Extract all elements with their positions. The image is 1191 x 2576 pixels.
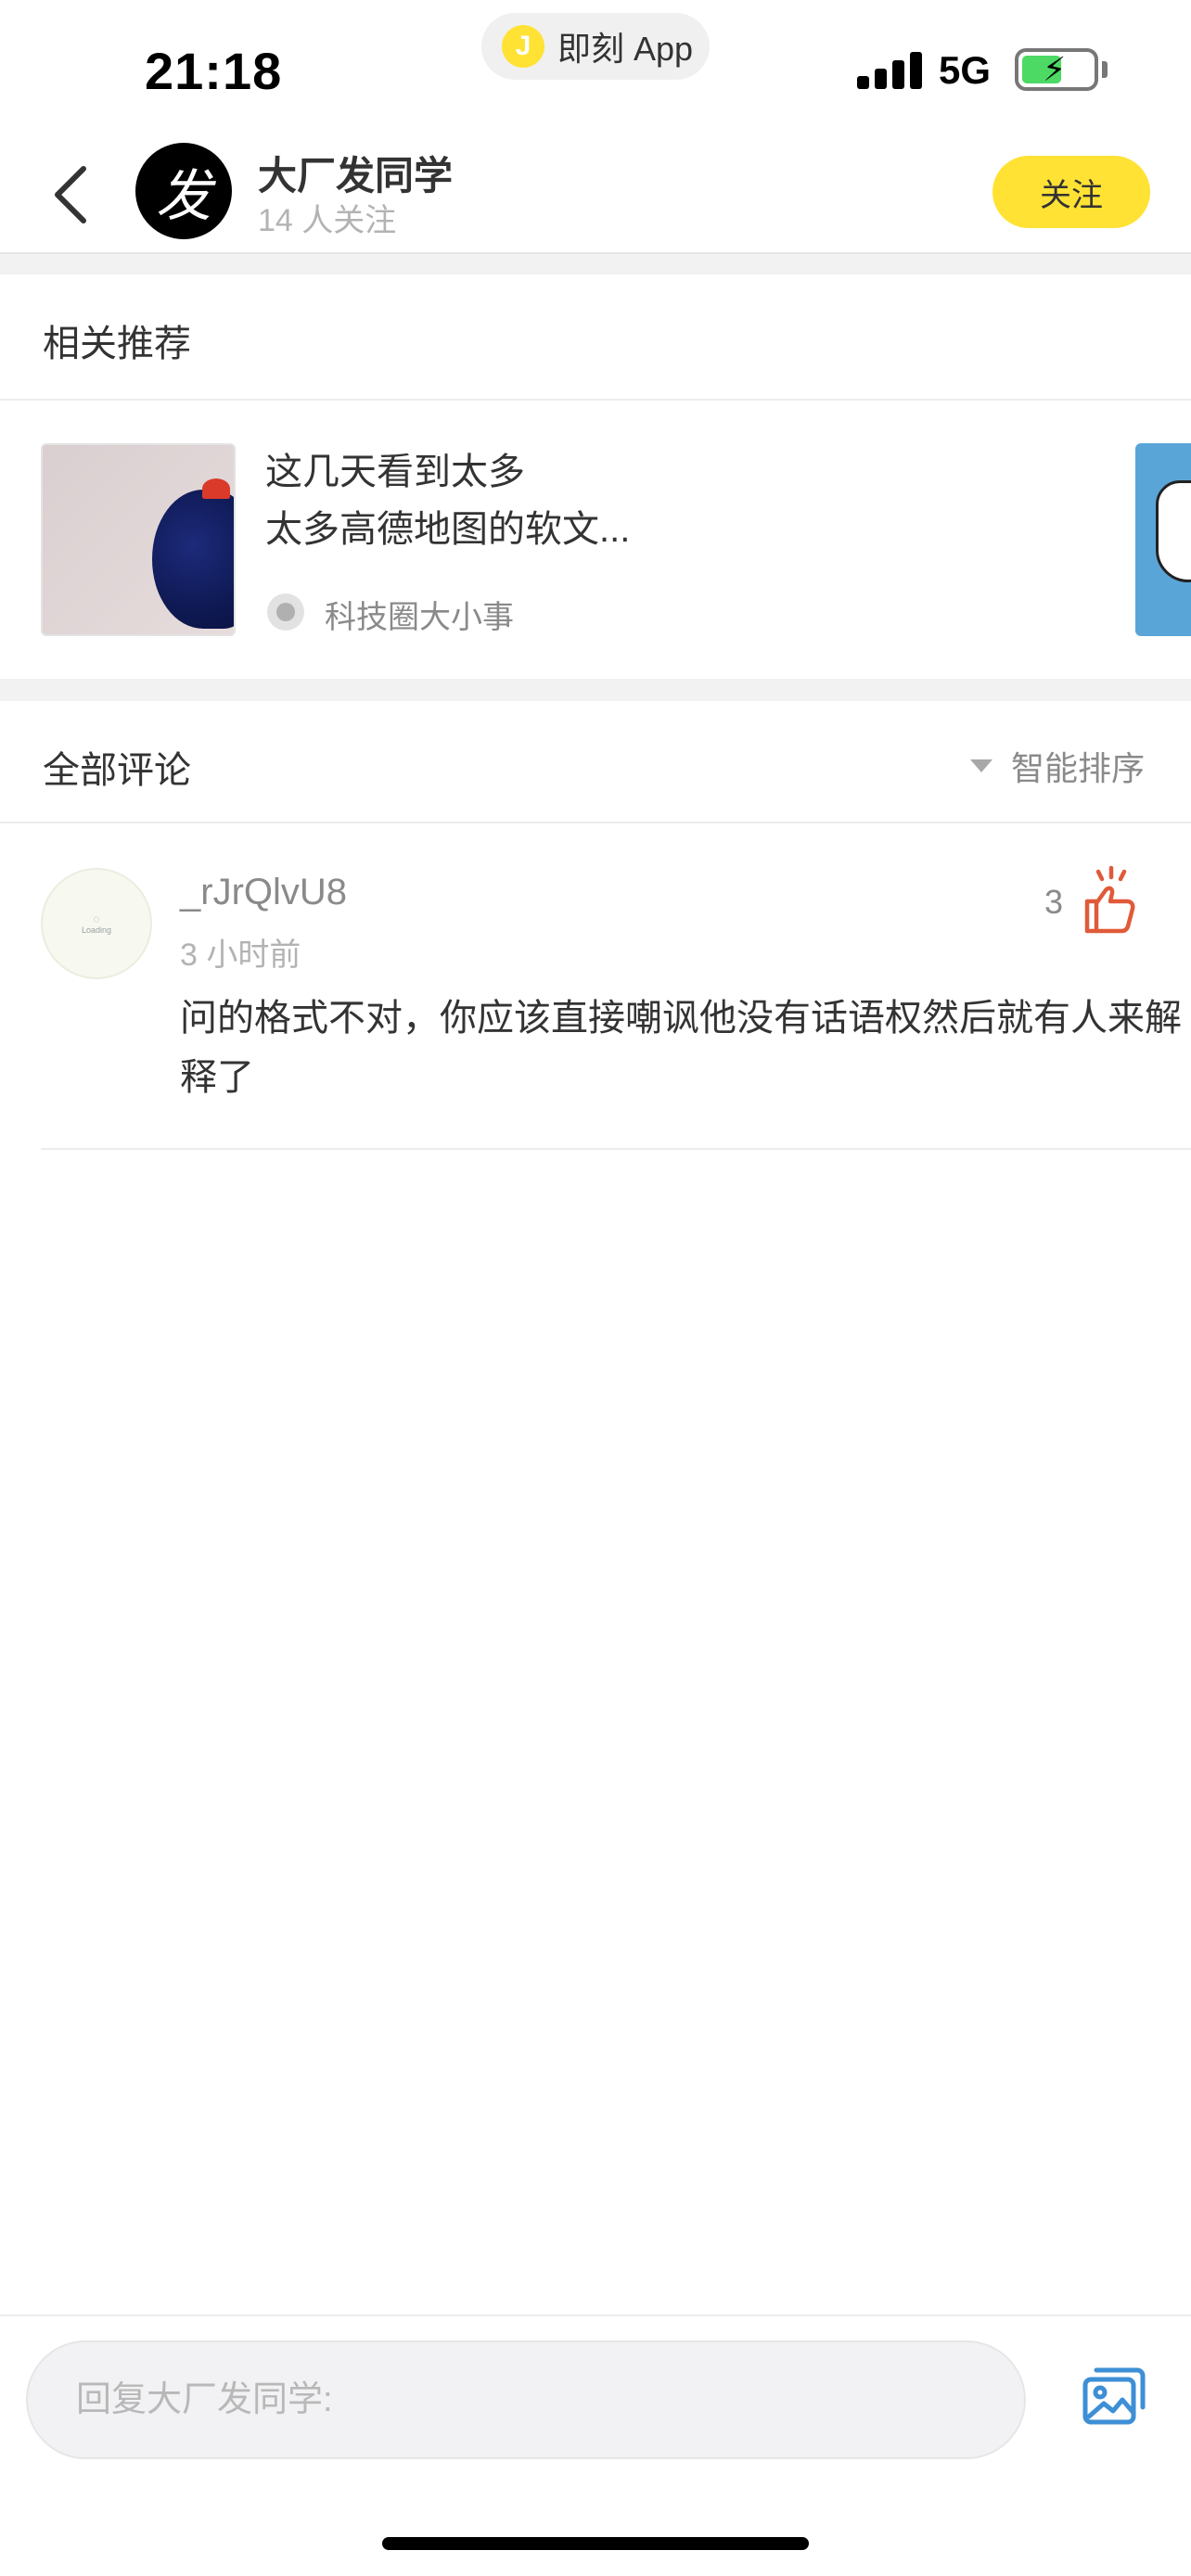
divider (41, 1148, 1191, 1150)
recommendation-title: 这几天看到太多 太多高德地图的软文... (265, 452, 631, 550)
section-gap (0, 254, 1191, 274)
avatar-loading-text: Loading (81, 925, 112, 935)
back-to-app-pill[interactable]: J 即刻 App (481, 13, 710, 80)
divider (0, 822, 1191, 823)
topic-name[interactable]: 大厂发同学 (258, 145, 453, 201)
signal-icon (857, 48, 922, 89)
sort-label: 智能排序 (1010, 749, 1145, 787)
caret-down-icon (969, 759, 992, 772)
network-type: 5G (939, 48, 992, 92)
topic-avatar[interactable]: 发 (135, 143, 232, 239)
comment-item[interactable]: ◌ Loading _rJrQlvU8 3 小时前 3 问的格式不对，你应该直接… (41, 864, 1191, 1150)
loading-spinner-icon: ◌ (93, 912, 100, 925)
home-indicator[interactable] (382, 2537, 809, 2550)
status-bar: 21:18 J 即刻 App 5G ⚡ (0, 0, 1191, 139)
source-icon (267, 593, 304, 631)
status-time: 21:18 (145, 42, 283, 100)
reply-input[interactable] (26, 2340, 1026, 2459)
recommendation-thumbnail-next (1156, 480, 1191, 582)
like-button[interactable] (1078, 864, 1145, 938)
thumbs-up-icon (1084, 865, 1135, 934)
follower-count: 14 人关注 (258, 203, 397, 238)
divider (0, 399, 1191, 401)
recommendation-thumbnail (41, 443, 236, 636)
topic-header: 发 大厂发同学 14 人关注 关注 (0, 139, 1191, 254)
commenter-avatar[interactable]: ◌ Loading (41, 868, 152, 979)
comment-time: 3 小时前 (180, 937, 301, 973)
battery-charging-icon: ⚡ (1015, 48, 1098, 91)
like-count: 3 (1044, 883, 1064, 921)
jike-logo-icon: J (502, 25, 544, 68)
commenter-username[interactable]: _rJrQlvU8 (180, 872, 347, 913)
battery-cap (1102, 61, 1108, 78)
recommendation-card-next[interactable] (1135, 443, 1191, 636)
image-icon (1082, 2367, 1146, 2425)
comment-text: 问的格式不对，你应该直接嘲讽他没有话语权然后就有人来解释了 (180, 998, 1182, 1098)
back-to-app-label: 即刻 App (557, 30, 694, 68)
section-gap (0, 679, 1191, 701)
image-button[interactable] (1082, 2361, 1146, 2426)
related-section-title: 相关推荐 (43, 324, 191, 364)
comments-section-title: 全部评论 (43, 750, 191, 791)
back-button[interactable] (33, 158, 108, 232)
recommendation-source: 科技圈大小事 (325, 600, 514, 635)
follow-button[interactable]: 关注 (992, 156, 1150, 228)
chevron-left-icon (55, 166, 86, 223)
recommendation-card[interactable]: 这几天看到太多 太多高德地图的软文... 科技圈大小事 (41, 443, 1191, 636)
sort-dropdown[interactable]: 智能排序 (969, 742, 1145, 790)
